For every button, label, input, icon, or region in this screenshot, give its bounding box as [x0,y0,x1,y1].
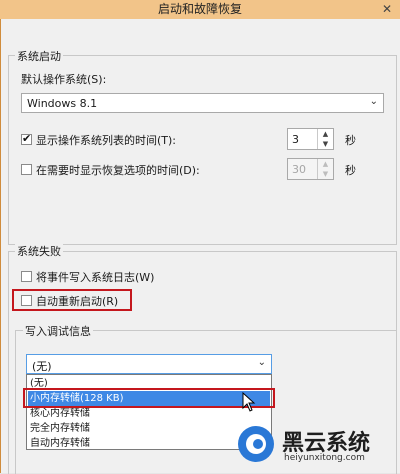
write-event-label: 将事件写入系统日志(W) [36,271,155,284]
spinner-buttons[interactable]: ▲ ▼ [317,129,333,149]
spin-down-icon[interactable]: ▼ [318,139,333,149]
mouse-cursor-icon [242,392,256,412]
show-os-list-label: 显示操作系统列表的时间(T): [36,134,177,147]
show-os-list-time-spinner[interactable]: 3 ▲ ▼ [287,128,334,150]
show-os-list-checkbox[interactable]: ✔ [21,132,32,145]
debug-info-label: 写入调试信息 [23,323,93,339]
show-os-list-time-value: 3 [292,133,299,146]
spin-up-icon[interactable]: ▲ [318,129,333,139]
spin-up-icon[interactable]: ▲ [318,159,333,169]
show-recovery-label: 在需要时显示恢复选项的时间(D): [36,164,200,177]
show-os-list-unit: 秒 [345,134,356,147]
show-recovery-checkbox[interactable] [21,164,32,175]
dropdown-option[interactable]: 完全内存转储 [30,421,90,436]
default-os-value: Windows 8.1 [27,97,98,110]
watermark-logo: 黑云系统 heiyunxitong.com [236,422,396,468]
system-startup-label: 系统启动 [15,48,63,64]
dropdown-option[interactable]: 自动内存转储 [30,436,90,451]
close-icon[interactable]: ✕ [378,0,396,19]
show-recovery-time-spinner[interactable]: 30 ▲ ▼ [287,158,334,180]
default-os-select[interactable]: Windows 8.1 ⌄ [21,93,384,113]
check-icon: ✔ [22,132,32,145]
spinner-buttons[interactable]: ▲ ▼ [317,159,333,179]
window-titlebar: 启动和故障恢复 ✕ [0,0,400,19]
chevron-down-icon: ⌄ [369,96,378,107]
cloud-logo-icon [238,426,274,462]
write-event-checkbox[interactable] [21,271,32,282]
watermark-url: heiyunxitong.com [284,453,365,463]
show-recovery-time-value: 30 [292,163,306,176]
debug-info-value: (无) [32,360,52,373]
auto-restart-checkbox[interactable] [21,295,32,306]
small-dump-annotation [23,388,275,408]
dropdown-option[interactable]: 核心内存转储 [30,406,90,421]
show-recovery-unit: 秒 [345,164,356,177]
auto-restart-label: 自动重新启动(R) [36,295,119,308]
window-title: 启动和故障恢复 [157,2,242,16]
system-failure-label: 系统失败 [15,243,63,259]
chevron-down-icon: ⌄ [257,357,266,368]
spin-down-icon[interactable]: ▼ [318,169,333,179]
debug-info-select[interactable]: (无) ⌄ [26,354,272,374]
dialog-body: 系统启动 默认操作系统(S): Windows 8.1 ⌄ ✔ 显示操作系统列表… [0,19,400,474]
default-os-label: 默认操作系统(S): [21,73,107,86]
